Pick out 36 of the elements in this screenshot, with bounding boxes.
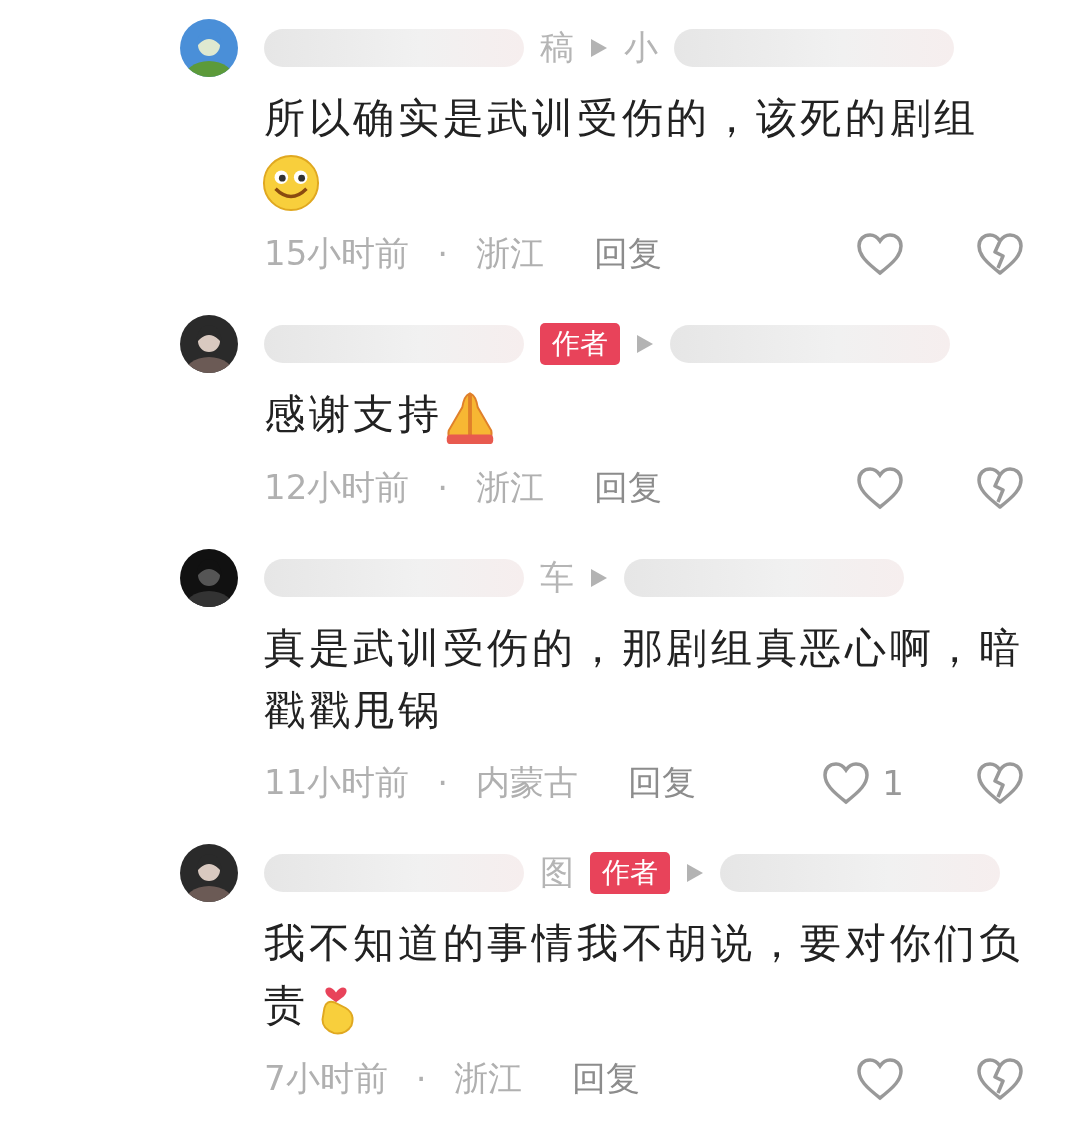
comment-location: 浙江: [476, 466, 545, 509]
heart-icon[interactable]: [856, 1057, 904, 1101]
comment-location: 内蒙古: [476, 761, 579, 804]
username[interactable]: 图: [540, 850, 574, 896]
comment-text: 所以确实是武训受伤的，该死的剧组: [264, 87, 1028, 212]
reply-button[interactable]: 回复: [628, 760, 697, 806]
comment-text: 我不知道的事情我不胡说，要对你们负责: [264, 912, 1028, 1037]
separator-dot: ·: [415, 1059, 427, 1099]
comment-time: 15小时前: [264, 232, 410, 275]
comment-location: 浙江: [454, 1057, 523, 1100]
heart-icon[interactable]: [822, 761, 871, 805]
broken-heart-icon[interactable]: [976, 466, 1024, 510]
heart-icon[interactable]: [856, 232, 904, 276]
comment-time: 11小时前: [264, 761, 410, 804]
username[interactable]: 稿: [540, 25, 574, 71]
comment-location: 浙江: [476, 232, 545, 275]
smiley-icon: [262, 154, 320, 212]
reply-button[interactable]: 回复: [572, 1056, 641, 1102]
comment-time: 7小时前: [264, 1057, 388, 1100]
comment-text: 真是武训受伤的，那剧组真恶心啊，暗戳戳甩锅: [264, 623, 1025, 736]
reply-button[interactable]: 回复: [594, 465, 663, 511]
author-badge: 作者: [540, 323, 620, 365]
broken-heart-icon[interactable]: [976, 232, 1024, 276]
like-count: 1: [882, 763, 904, 803]
username[interactable]: 车: [540, 555, 574, 601]
reply-button[interactable]: 回复: [594, 231, 663, 277]
separator-dot: ·: [437, 763, 449, 803]
broken-heart-icon[interactable]: [976, 1057, 1024, 1101]
broken-heart-icon[interactable]: [976, 761, 1024, 805]
comment-time: 12小时前: [264, 466, 410, 509]
author-badge: 作者: [590, 852, 670, 894]
separator-dot: ·: [437, 468, 449, 508]
heart-icon[interactable]: [856, 466, 904, 510]
separator-dot: ·: [437, 234, 449, 274]
comment-text: 感谢支持: [264, 383, 1028, 446]
reply-target-name[interactable]: 小: [624, 25, 658, 71]
